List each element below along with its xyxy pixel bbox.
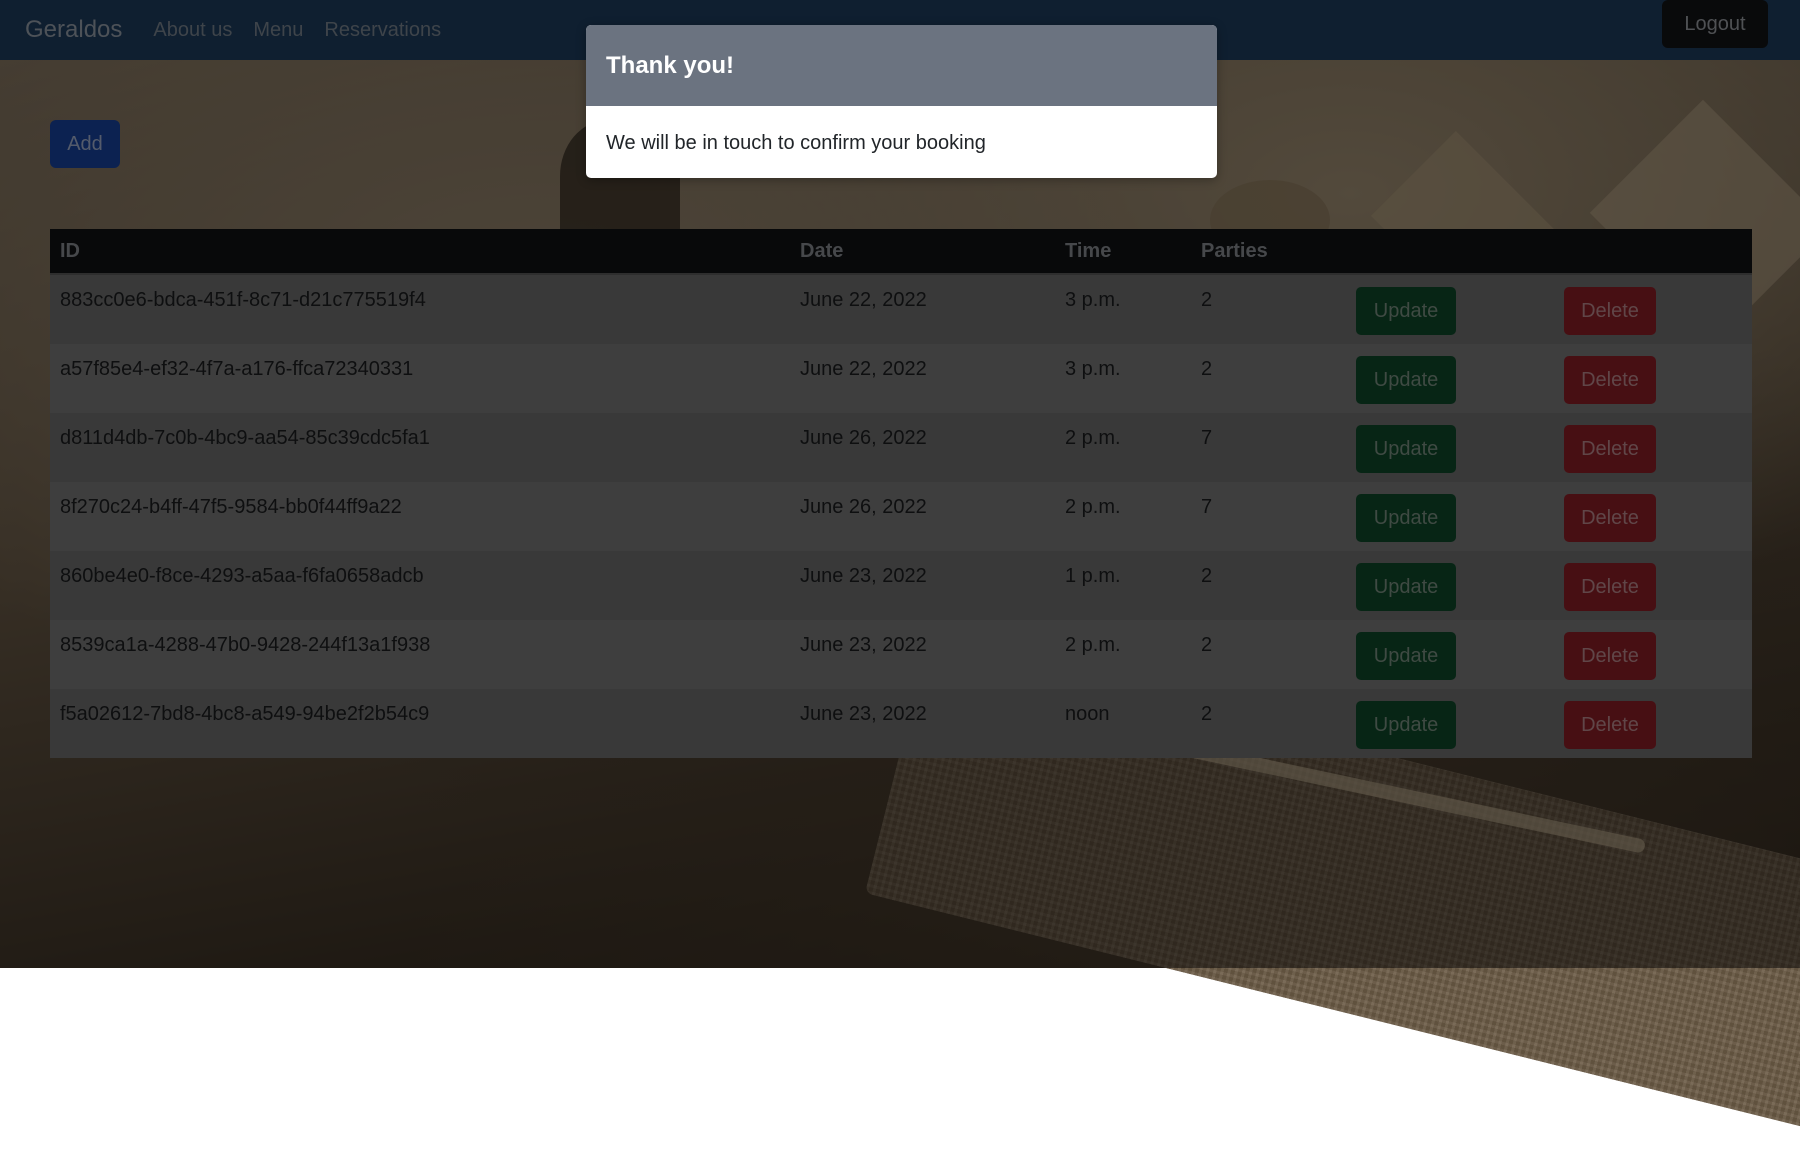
modal-header: Thank you! bbox=[586, 25, 1217, 106]
confirmation-modal: Thank you! We will be in touch to confir… bbox=[586, 25, 1217, 178]
modal-title: Thank you! bbox=[606, 51, 735, 79]
modal-message: We will be in touch to confirm your book… bbox=[606, 132, 986, 154]
